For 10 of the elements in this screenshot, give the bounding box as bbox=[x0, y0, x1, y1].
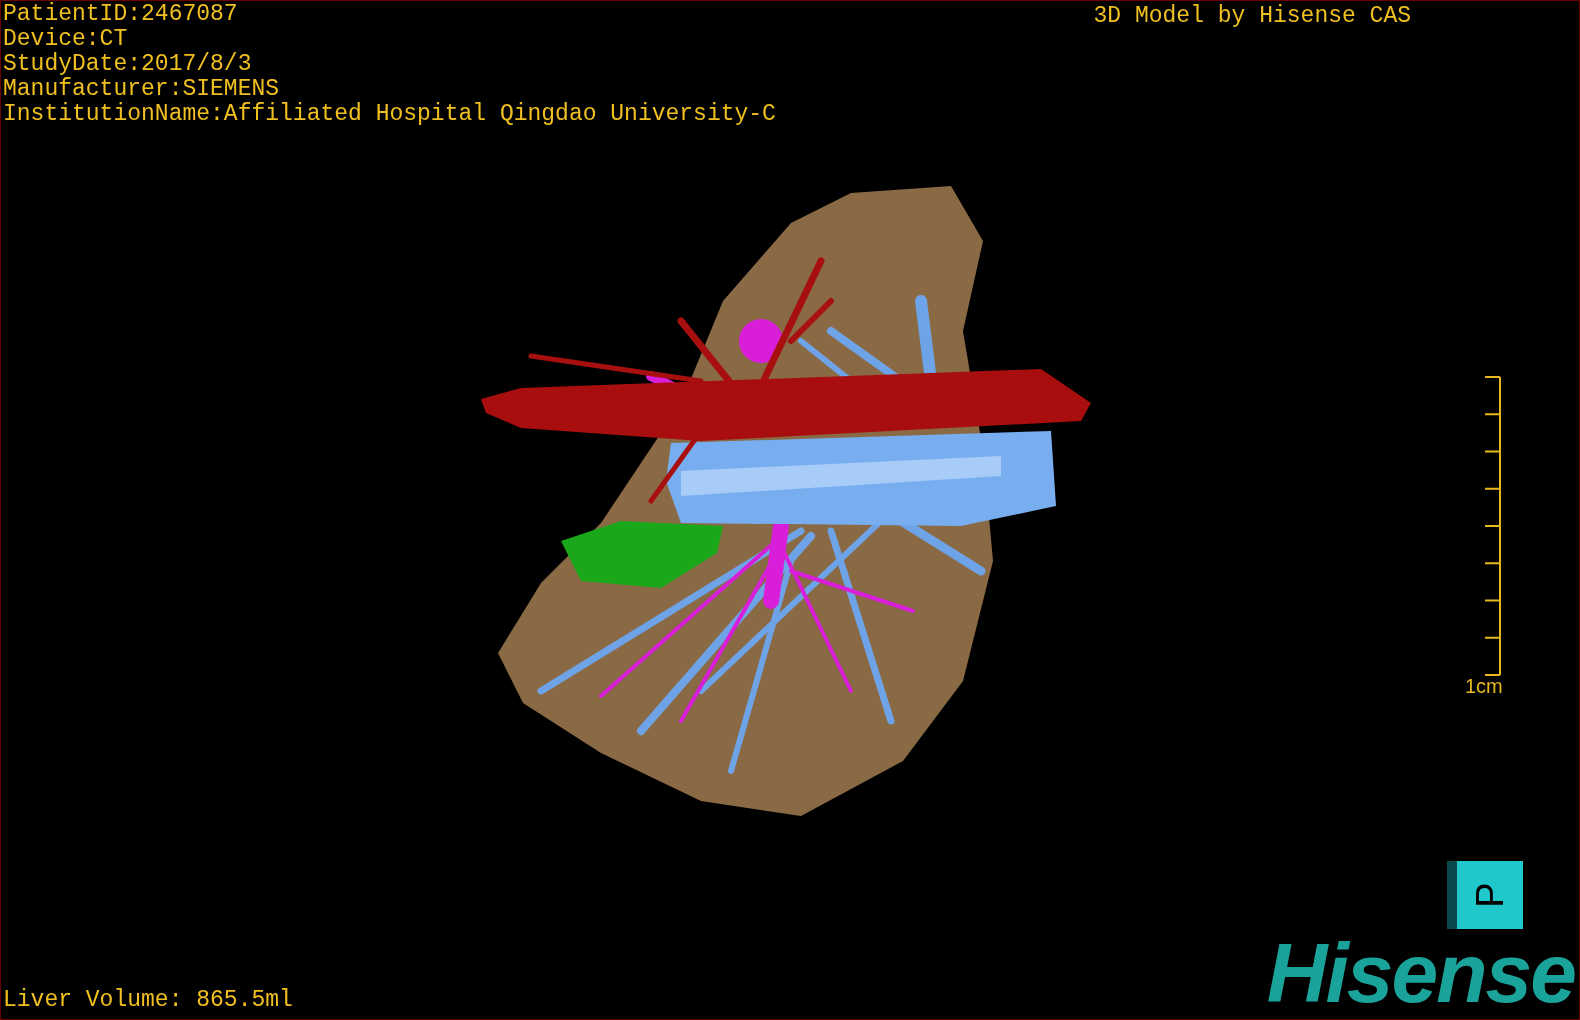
patient-info-text: Device:CT bbox=[3, 27, 129, 52]
scale-label: 1cm bbox=[1465, 676, 1503, 696]
orientation-cube[interactable]: P bbox=[1447, 861, 1523, 929]
viewer-title: 3D Model by Hisense CAS bbox=[1093, 2, 1411, 29]
patient-info-text: Manufacturer:SIEMENS bbox=[3, 77, 281, 102]
patient-info-text: PatientID:2467087 bbox=[3, 2, 239, 27]
brand-logo: Hisense bbox=[1266, 933, 1576, 1019]
patient-info-text: InstitutionName:Affiliated Hospital Qingdao University-C bbox=[3, 102, 776, 127]
patient-info-text: StudyDate:2017/8/3 bbox=[3, 52, 253, 77]
liver-volume-text: Liver Volume: 865.5ml bbox=[2, 988, 293, 1015]
